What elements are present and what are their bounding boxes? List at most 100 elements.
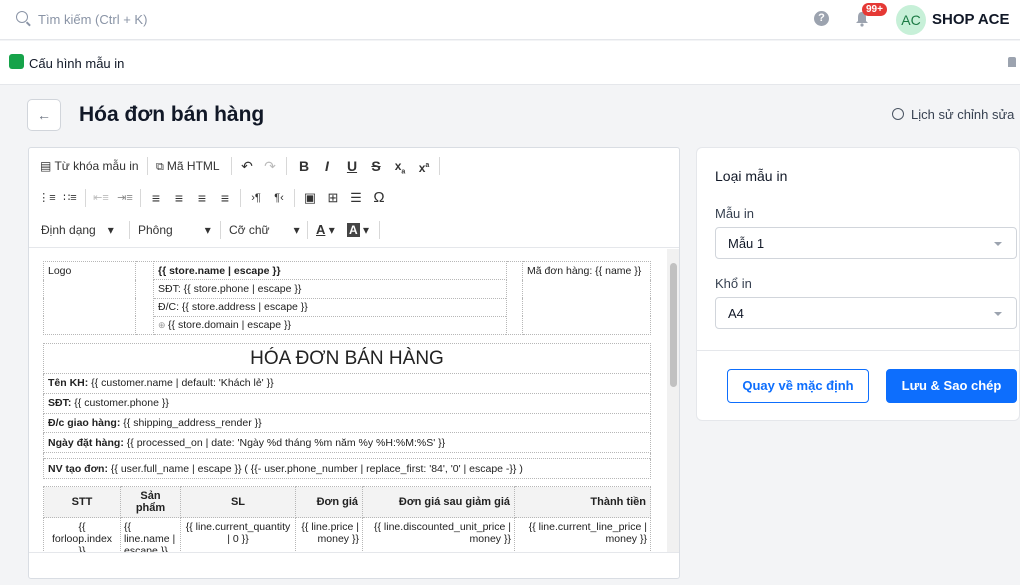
order-code: Mã đơn hàng: {{ name }}	[522, 261, 651, 335]
sub-header: Cấu hình mẫu in	[0, 41, 1020, 85]
settings-panel: Loại mẫu in Mẫu in Mẫu 1 Khổ in A4 Quay …	[696, 147, 1020, 421]
template-select[interactable]: Mẫu 1	[715, 227, 1017, 259]
paper-select[interactable]: A4	[715, 297, 1017, 329]
table-cell: {{ line.current_quantity | 0 }}	[180, 517, 296, 552]
indent-icon[interactable]: ⇥≡	[116, 185, 134, 211]
invoice-title: HÓA ĐƠN BÁN HÀNG	[43, 343, 651, 374]
font-dropdown[interactable]: Phông ▾	[138, 217, 211, 243]
col-header: Sản phẩm	[120, 486, 181, 518]
text-color-button[interactable]: A ▾	[316, 217, 335, 243]
help-icon[interactable]: ?	[814, 11, 829, 26]
format-label: Định dạng	[41, 223, 96, 237]
printer-icon	[9, 54, 24, 69]
address-value: {{ shipping_address_render }}	[123, 416, 262, 429]
reset-default-button[interactable]: Quay về mặc định	[727, 369, 869, 403]
history-label: Lịch sử chỉnh sửa	[911, 107, 1015, 122]
text-color-icon: A	[316, 222, 326, 237]
ltr-icon[interactable]: ›¶	[247, 185, 265, 211]
ordered-list-icon[interactable]: ⋮≡	[38, 185, 56, 211]
align-right-icon[interactable]: ≡	[193, 185, 211, 211]
superscript-icon[interactable]: xa	[415, 153, 433, 179]
history-icon	[892, 108, 904, 120]
align-justify-icon[interactable]: ≡	[216, 185, 234, 211]
size-dropdown[interactable]: Cỡ chữ ▾	[229, 217, 300, 243]
template-content[interactable]: Logo {{ store.name | escape }} Mã đơn hà…	[43, 261, 651, 552]
col-header: Đơn giá	[295, 486, 363, 518]
phone-label: SĐT:	[48, 397, 72, 410]
table-cell: {{ line.current_line_price | money }}	[514, 517, 651, 552]
shop-name[interactable]: SHOP ACE	[932, 11, 1010, 28]
chevron-down-icon: ▾	[107, 223, 114, 237]
paper-select-value: A4	[728, 306, 744, 321]
keywords-button[interactable]: ▤ Từ khóa mẫu in	[40, 153, 139, 179]
toolbar-row-3: Định dạng ▾ Phông ▾ Cỡ chữ ▾ A ▾ A ▾	[29, 217, 679, 243]
pin-icon[interactable]	[1008, 57, 1016, 67]
phone-value: {{ customer.phone }}	[74, 397, 169, 410]
chevron-down-icon: ▾	[204, 223, 211, 237]
horizontal-rule-icon[interactable]: ☰	[347, 185, 365, 211]
store-name: {{ store.name | escape }}	[153, 261, 507, 281]
table-cell: {{ line.name | escape }}	[120, 517, 181, 552]
outdent-icon[interactable]: ⇤≡	[92, 185, 110, 211]
chevron-down-icon	[994, 312, 1002, 316]
table-row: {{ forloop.index }} {{ line.name | escap…	[43, 517, 651, 552]
bullet-list-icon[interactable]: ∷≡	[61, 185, 79, 211]
code-icon: ⧉	[156, 161, 167, 173]
section-title: Cấu hình mẫu in	[29, 56, 125, 71]
redo-icon[interactable]: ↷	[261, 153, 279, 179]
staff-value: {{ user.full_name | escape }} ( {{- user…	[110, 462, 523, 475]
underline-icon[interactable]: U	[343, 153, 361, 179]
page-title: Hóa đơn bán hàng	[79, 103, 265, 126]
table-cell: {{ line.discounted_unit_price | money }}	[362, 517, 515, 552]
table-icon[interactable]: ⊞	[324, 185, 342, 211]
col-header: STT	[43, 486, 121, 518]
logo-cell: Logo	[43, 261, 136, 335]
editor-scrollbar[interactable]	[667, 249, 679, 552]
rtl-icon[interactable]: ¶‹	[270, 185, 288, 211]
save-copy-button[interactable]: Lưu & Sao chép	[886, 369, 1017, 403]
bg-color-button[interactable]: A ▾	[347, 217, 369, 243]
strikethrough-icon[interactable]: S	[367, 153, 385, 179]
align-center-icon[interactable]: ≡	[170, 185, 188, 211]
col-header: Thành tiền	[514, 486, 651, 518]
back-button[interactable]: ←	[27, 99, 61, 131]
top-bar: Tìm kiếm (Ctrl + K) ? 99+ AC SHOP ACE	[0, 0, 1020, 40]
address-label: Đ/c giao hàng:	[48, 416, 121, 429]
items-table: STT Sản phẩm SL Đơn giá Đơn giá sau giảm…	[43, 486, 651, 552]
toolbar-row-1: ▤ Từ khóa mẫu in ⧉ Mã HTML ↶ ↷ B I U S x…	[29, 153, 679, 179]
format-dropdown[interactable]: Định dạng ▾	[41, 217, 114, 243]
align-left-icon[interactable]: ≡	[147, 185, 165, 211]
size-label: Cỡ chữ	[229, 223, 270, 237]
special-char-icon[interactable]: Ω	[370, 185, 388, 211]
customer-label: Tên KH:	[48, 377, 89, 390]
table-cell: {{ forloop.index }}	[43, 517, 121, 552]
image-icon[interactable]: ▣	[301, 185, 319, 211]
keywords-icon: ▤	[40, 159, 55, 173]
table-cell: {{ line.price | money }}	[295, 517, 363, 552]
html-label: Mã HTML	[166, 159, 220, 173]
html-button[interactable]: ⧉ Mã HTML	[156, 153, 220, 179]
customer-value: {{ customer.name | default: 'Khách lẻ' }…	[91, 377, 274, 390]
panel-title: Loại mẫu in	[715, 168, 788, 184]
subscript-icon[interactable]: xa	[391, 153, 409, 179]
staff-label: NV tạo đơn:	[48, 462, 108, 475]
undo-icon[interactable]: ↶	[238, 153, 256, 179]
italic-icon[interactable]: I	[318, 153, 336, 179]
avatar[interactable]: AC	[896, 5, 926, 35]
store-phone: SĐT: {{ store.phone | escape }}	[153, 279, 507, 299]
globe-icon: ⊕	[158, 320, 169, 331]
scrollbar-thumb[interactable]	[670, 263, 677, 387]
search-input[interactable]: Tìm kiếm (Ctrl + K)	[38, 12, 147, 27]
chevron-down-icon	[994, 242, 1002, 246]
chevron-down-icon: ▾	[293, 223, 300, 237]
invoice-info-table: HÓA ĐƠN BÁN HÀNG Tên KH: {{ customer.nam…	[43, 343, 651, 479]
store-domain: {{ store.domain | escape }}	[168, 319, 292, 332]
spacer-cell	[506, 261, 523, 335]
bold-icon[interactable]: B	[295, 153, 313, 179]
bg-color-icon: A	[347, 223, 360, 237]
search-icon	[16, 11, 28, 23]
paper-label: Khổ in	[715, 276, 752, 291]
notification-badge: 99+	[862, 3, 887, 16]
col-header: SL	[180, 486, 296, 518]
logo-image: Logo	[48, 265, 72, 277]
